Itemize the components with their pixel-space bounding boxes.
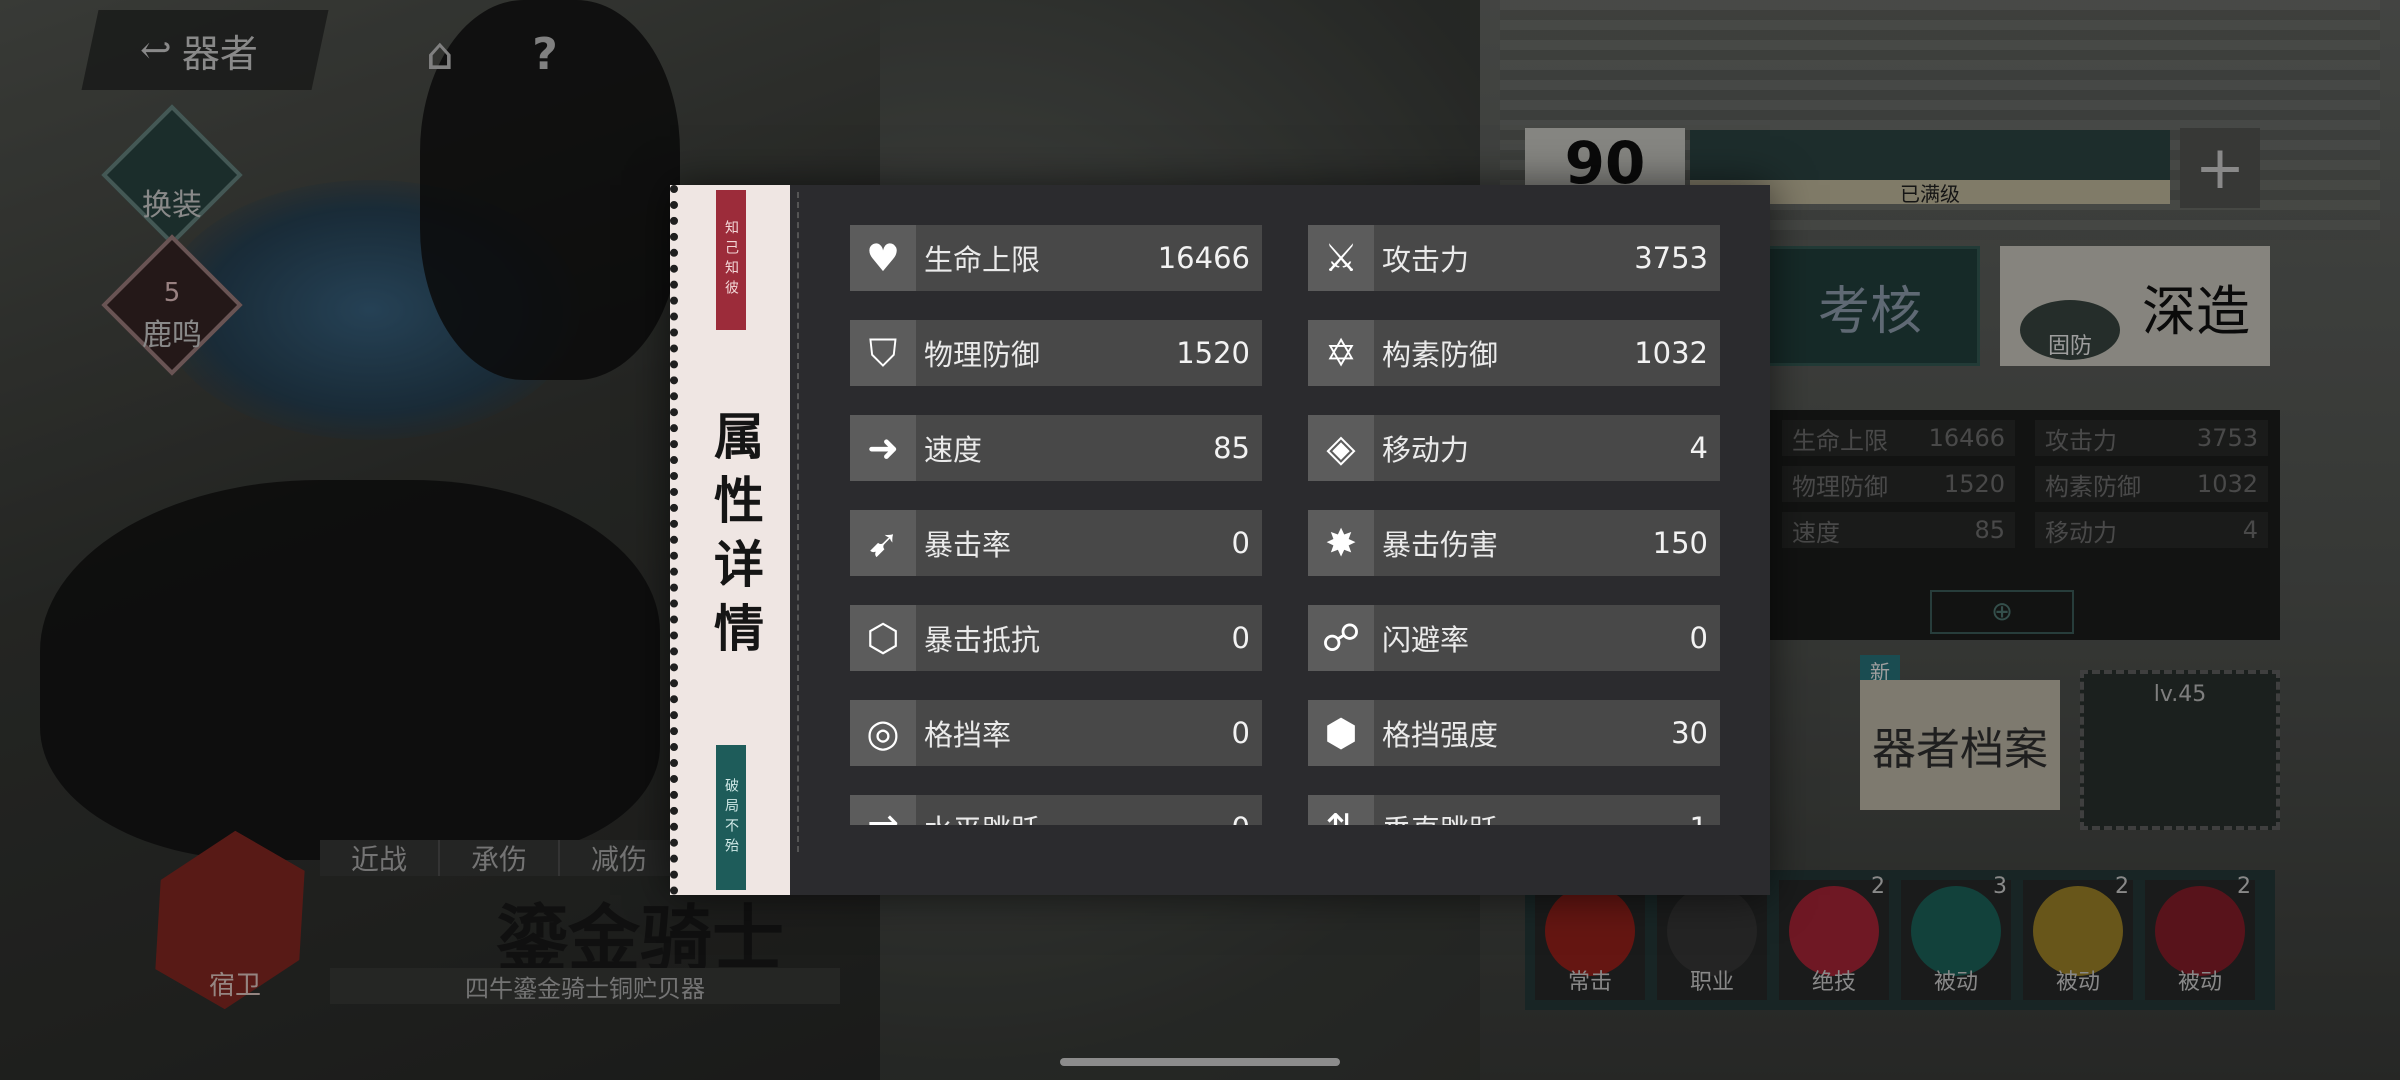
stat-name: 移动力 xyxy=(1382,433,1470,467)
spear-icon: ➹ xyxy=(850,510,916,576)
heart-icon: ♥ xyxy=(850,225,916,291)
block-strength-icon: ⬢ xyxy=(1308,700,1374,766)
stat-item: ✸ 暴击伤害 150 xyxy=(1308,510,1720,576)
stat-name: 暴击抵抗 xyxy=(924,623,1041,657)
stat-item: ⬢ 格挡强度 30 xyxy=(1308,700,1720,766)
horizontal-jump-icon: ⇄ xyxy=(850,795,916,825)
stat-value: 1520 xyxy=(1176,336,1250,370)
stat-value: 1032 xyxy=(1634,336,1708,370)
ribbon-bottom-seal: 破局不殆 xyxy=(716,745,746,890)
stats-row: ♥ 生命上限 16466 ⚔ 攻击力 3753 xyxy=(850,225,1720,291)
stat-name: 暴击伤害 xyxy=(1382,528,1499,562)
stat-name: 生命上限 xyxy=(924,243,1041,277)
stat-item: ➜ 速度 85 xyxy=(850,415,1262,481)
stat-item: ⚔ 攻击力 3753 xyxy=(1308,225,1720,291)
stat-item: ♥ 生命上限 16466 xyxy=(850,225,1262,291)
stat-item: ⇄水平跳跃0 xyxy=(850,795,1262,825)
stat-value: 30 xyxy=(1671,716,1708,750)
home-indicator[interactable] xyxy=(1060,1058,1340,1066)
stat-item: ✡ 构素防御 1032 xyxy=(1308,320,1720,386)
stat-name: 构素防御 xyxy=(1382,338,1499,372)
stat-value: 1 xyxy=(1690,811,1720,825)
stat-item: ⇅垂直跳跃1 xyxy=(1308,795,1720,825)
stat-name: 水平跳跃 xyxy=(916,807,1232,825)
stats-row: ⬡ 暴击抵抗 0 ☍ 闪避率 0 xyxy=(850,605,1720,671)
stat-name: 速度 xyxy=(924,433,983,467)
stat-name: 物理防御 xyxy=(924,338,1041,372)
dodge-icon: ☍ xyxy=(1308,605,1374,671)
stat-value: 0 xyxy=(1689,621,1708,655)
vertical-jump-icon: ⇅ xyxy=(1308,795,1374,825)
stat-name: 攻击力 xyxy=(1382,243,1470,277)
stat-name: 闪避率 xyxy=(1382,623,1470,657)
stat-item: ➹ 暴击率 0 xyxy=(850,510,1262,576)
stat-value: 16466 xyxy=(1157,241,1250,275)
stat-name: 格挡率 xyxy=(924,718,1012,752)
modal-title: 属性详情 xyxy=(706,410,765,666)
stats-row: ⇄水平跳跃0 ⇅垂直跳跃1 xyxy=(850,795,1720,825)
stats-grid[interactable]: ♥ 生命上限 16466 ⚔ 攻击力 3753 ⛉ 物理防御 1520 ✡ 构素防御 1032 … xyxy=(850,225,1720,825)
stats-row: ◎ 格挡率 0 ⬢ 格挡强度 30 xyxy=(850,700,1720,766)
stat-value: 0 xyxy=(1231,716,1250,750)
stat-item: ☍ 闪避率 0 xyxy=(1308,605,1720,671)
stat-value: 0 xyxy=(1231,621,1250,655)
stat-value: 0 xyxy=(1232,811,1262,825)
stat-name: 垂直跳跃 xyxy=(1374,807,1690,825)
stats-row: ⛉ 物理防御 1520 ✡ 构素防御 1032 xyxy=(850,320,1720,386)
modal-divider xyxy=(797,192,799,852)
stat-item: ◈ 移动力 4 xyxy=(1308,415,1720,481)
stat-name: 格挡强度 xyxy=(1382,718,1499,752)
stat-value: 0 xyxy=(1231,526,1250,560)
burst-icon: ✸ xyxy=(1308,510,1374,576)
stat-value: 150 xyxy=(1652,526,1708,560)
block-icon: ◎ xyxy=(850,700,916,766)
stat-value: 85 xyxy=(1213,431,1250,465)
stat-name: 暴击率 xyxy=(924,528,1012,562)
boot-icon: ➜ xyxy=(850,415,916,481)
shield-icon: ⛉ xyxy=(850,320,916,386)
crossed-swords-icon: ⚔ xyxy=(1308,225,1374,291)
stat-item: ⛉ 物理防御 1520 xyxy=(850,320,1262,386)
stat-item: ⬡ 暴击抵抗 0 xyxy=(850,605,1262,671)
stat-value: 3753 xyxy=(1634,241,1708,275)
stats-row: ➹ 暴击率 0 ✸ 暴击伤害 150 xyxy=(850,510,1720,576)
move-diamond-icon: ◈ xyxy=(1308,415,1374,481)
hex-eye-icon: ✡ xyxy=(1308,320,1374,386)
stats-row: ➜ 速度 85 ◈ 移动力 4 xyxy=(850,415,1720,481)
hex-guard-icon: ⬡ xyxy=(850,605,916,671)
stat-item: ◎ 格挡率 0 xyxy=(850,700,1262,766)
stat-value: 4 xyxy=(1689,431,1708,465)
ribbon-top-seal: 知己知彼 xyxy=(716,190,746,330)
